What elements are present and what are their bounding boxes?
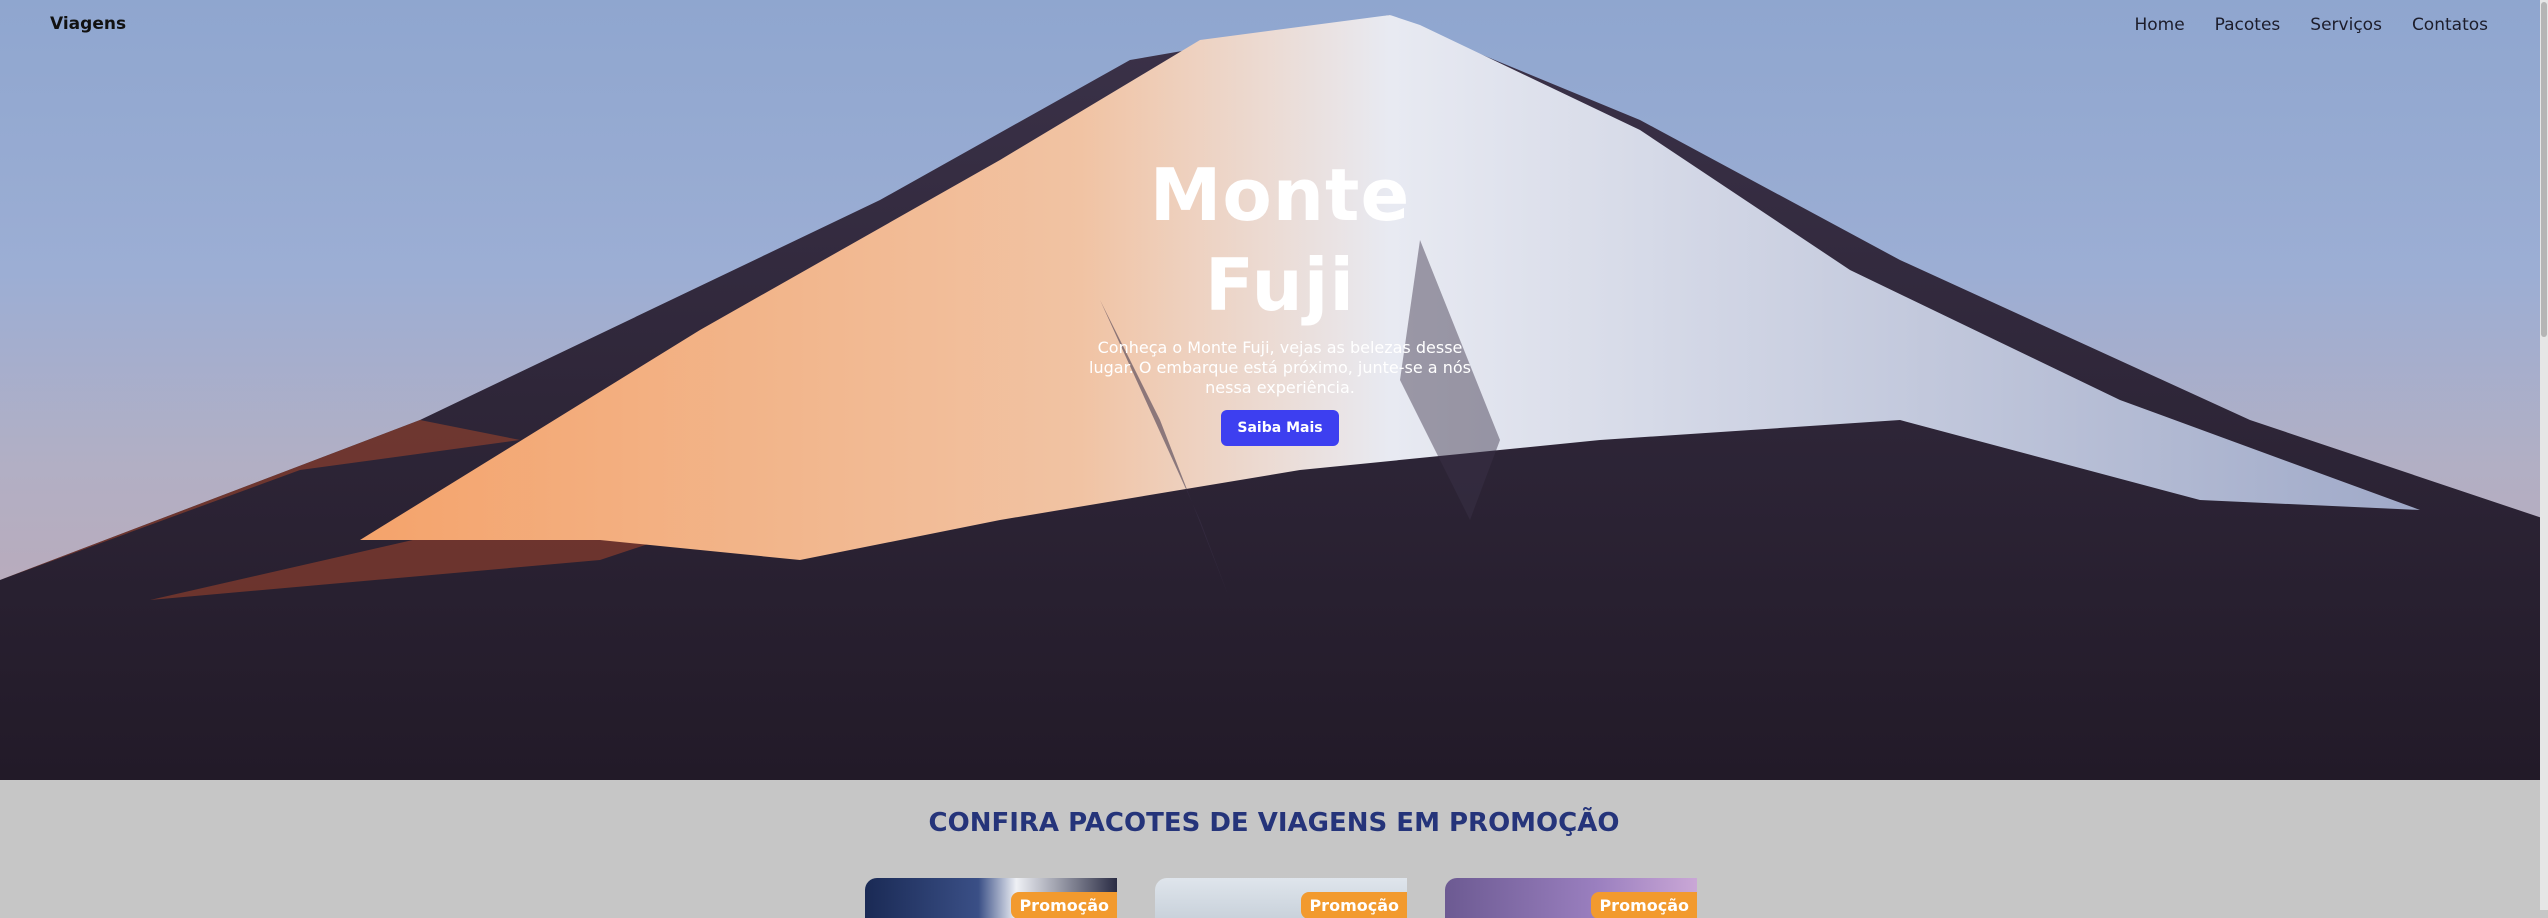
promo-badge: Promoção [1591,892,1697,918]
promo-heading: CONFIRA PACOTES DE VIAGENS EM PROMOÇÃO [928,808,1620,838]
nav-link-home[interactable]: Home [2134,15,2184,35]
hero-title: Monte Fuji [1149,153,1411,327]
promo-badge: Promoção [1301,892,1407,918]
promo-card-1[interactable]: Promoção [865,878,1117,918]
hero-content: Monte Fuji Conheça o Monte Fuji, vejas a… [1080,150,1480,446]
top-navbar: Viagens Home Pacotes Serviços Contatos [0,0,2540,52]
nav-links: Home Pacotes Serviços Contatos [2134,15,2488,35]
promo-card-2[interactable]: Promoção [1155,878,1407,918]
brand-logo[interactable]: Viagens [50,14,126,34]
scrollbar-thumb[interactable] [2541,2,2547,337]
nav-link-pacotes[interactable]: Pacotes [2215,15,2281,35]
nav-link-servicos[interactable]: Serviços [2310,15,2382,35]
saiba-mais-button[interactable]: Saiba Mais [1221,410,1339,446]
nav-link-contatos[interactable]: Contatos [2412,15,2488,35]
page-scrollbar[interactable] [2540,0,2548,910]
promo-badge: Promoção [1011,892,1117,918]
promo-card-3[interactable]: Promoção [1445,878,1697,918]
hero-description: Conheça o Monte Fuji, vejas as belezas d… [1089,338,1471,397]
